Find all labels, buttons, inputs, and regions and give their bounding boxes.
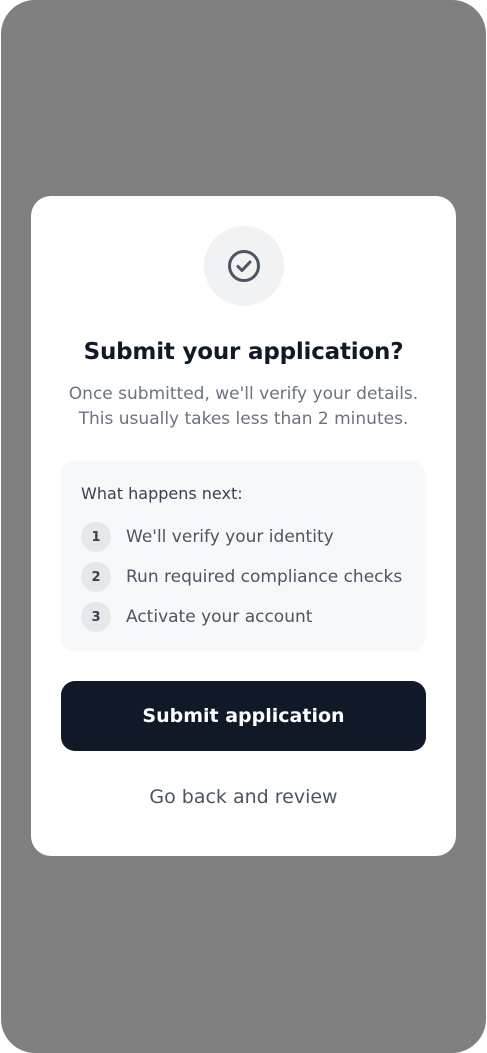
step-number-badge: 2 [81, 562, 111, 592]
step-number-badge: 3 [81, 602, 111, 632]
next-steps-panel: What happens next: 1 We'll verify your i… [61, 461, 426, 651]
step-label: Activate your account [126, 607, 313, 627]
dialog-subtitle: Once submitted, we'll verify your detail… [68, 384, 419, 429]
step-item: 1 We'll verify your identity [81, 522, 334, 552]
modal-backdrop: Submit your application? Once submitted,… [1, 0, 486, 1053]
check-circle-icon [228, 250, 260, 282]
submit-application-button[interactable]: Submit application [61, 681, 426, 751]
step-number-badge: 1 [81, 522, 111, 552]
go-back-button[interactable]: Go back and review [61, 776, 426, 818]
step-label: Run required compliance checks [126, 567, 403, 587]
icon-badge [204, 226, 284, 306]
step-label: We'll verify your identity [126, 527, 334, 547]
dialog-title: Submit your application? [83, 339, 404, 365]
step-item: 2 Run required compliance checks [81, 562, 402, 592]
step-item: 3 Activate your account [81, 602, 312, 632]
confirm-submit-dialog: Submit your application? Once submitted,… [31, 196, 456, 856]
next-steps-heading: What happens next: [81, 484, 243, 503]
